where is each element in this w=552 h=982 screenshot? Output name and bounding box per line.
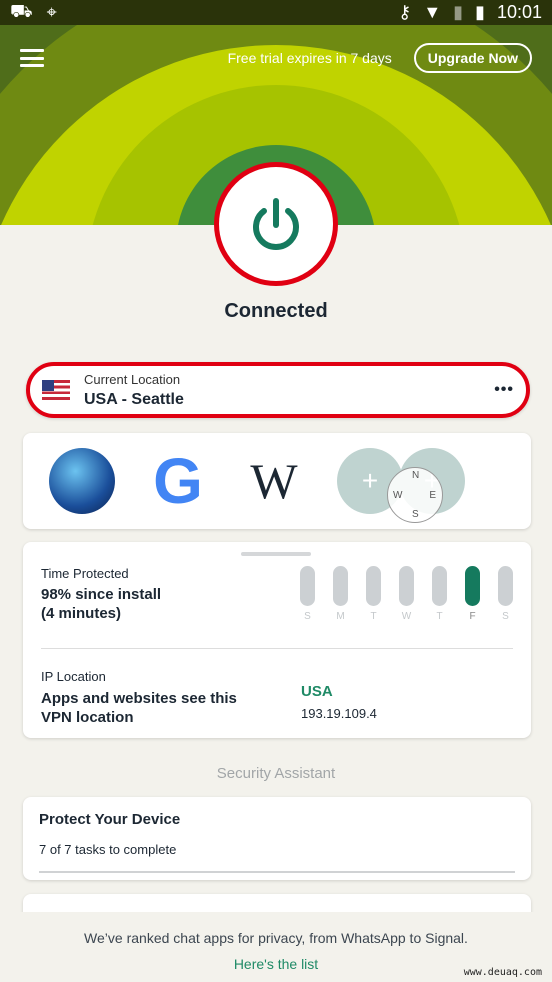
day-bar: S [498,566,513,622]
day-label: T [370,611,377,622]
more-options-button[interactable]: ••• [494,381,514,399]
vpn-key-icon: ⚷ [398,2,412,22]
progress-bar [39,871,515,873]
day-label: M [336,611,345,622]
wikipedia-icon: W [250,453,298,509]
protect-card-title: Protect Your Device [39,811,181,828]
day-bar: F [465,566,480,622]
stats-card: Time Protected 98% since install (4 minu… [23,542,531,738]
compass-icon[interactable]: N S E W [387,467,443,523]
watermark: www.deuaq.com [463,967,542,978]
day-label: S [304,611,311,622]
location-icon: ⌖ [46,2,57,22]
trial-text: Free trial expires in 7 days [227,50,392,66]
google-shortcut[interactable]: G [145,445,211,517]
wikipedia-shortcut[interactable]: W [241,448,307,514]
promo-text: We’ve ranked chat apps for privacy, from… [84,930,468,946]
day-bar: S [300,566,315,622]
promo-banner: We’ve ranked chat apps for privacy, from… [0,912,552,982]
protect-device-card[interactable]: Protect Your Device 7 of 7 tasks to comp… [23,797,531,880]
app-notification-icon: ⛟ [10,0,33,21]
compass-n: N [412,470,420,481]
no-sim-icon: ▮ [453,2,464,22]
battery-icon: ▮ [475,2,485,22]
clock: 10:01 [496,2,542,22]
security-assistant-heading: Security Assistant [216,765,336,782]
day-label: T [436,611,443,622]
status-bar: ⛟ ⌖ ⚷ ▼ ▮ ▮ 10:01 [0,0,552,25]
location-label: Current Location [84,371,181,387]
menu-button[interactable] [20,49,44,67]
day-bar: M [333,566,348,622]
ip-location-label: IP Location [41,669,106,684]
weekly-bars: SMTWTFS [300,566,513,622]
day-label: S [502,611,509,622]
google-icon: G [153,445,203,517]
day-bar: T [432,566,447,622]
power-button[interactable] [214,162,338,286]
drag-handle[interactable] [241,552,311,556]
ip-country: USA [301,683,333,700]
day-bar: W [399,566,414,622]
add-icon: + [361,465,379,496]
ip-location-description: Apps and websites see this VPN location [41,690,237,726]
day-bar: T [366,566,381,622]
day-label: W [401,611,412,622]
shortcuts-bar: G W + + N S E W [23,433,531,529]
ip-address: 193.19.109.4 [301,706,377,721]
location-value: USA - Seattle [84,390,184,408]
compass-w: W [393,490,403,501]
upgrade-now-button[interactable]: Upgrade Now [413,43,532,73]
usa-flag-icon [42,380,70,400]
current-location-selector[interactable]: Current Location USA - Seattle ••• [26,362,530,418]
power-icon [253,198,299,250]
wifi-icon: ▼ [423,2,442,22]
compass-s: S [412,509,419,520]
day-label: F [469,611,476,622]
globe-shortcut[interactable] [49,448,115,514]
compass-e: E [429,490,436,501]
divider [41,648,513,649]
protect-card-subtitle: 7 of 7 tasks to complete [39,842,177,857]
connection-status: Connected [224,300,328,322]
